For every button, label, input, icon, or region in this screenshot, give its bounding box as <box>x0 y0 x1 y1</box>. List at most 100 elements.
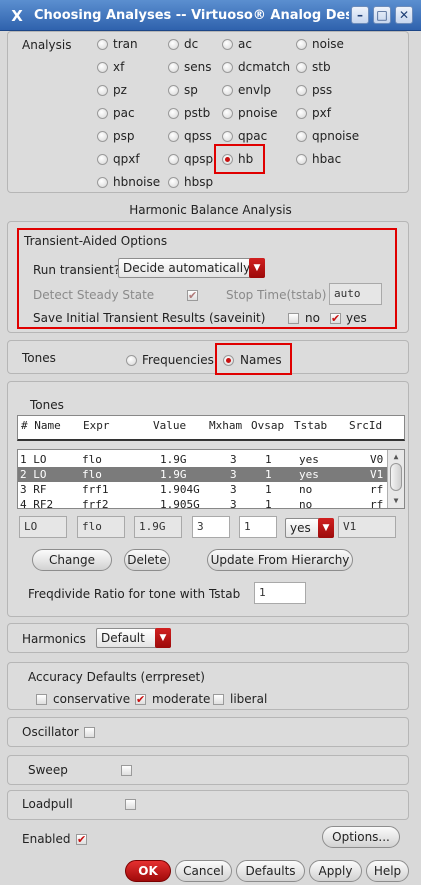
options-button[interactable]: Options... <box>322 826 400 848</box>
radio-dc[interactable] <box>168 39 179 50</box>
tone-mxham-field[interactable]: 3 <box>192 516 230 538</box>
ok-button[interactable]: OK <box>125 860 171 882</box>
section-title: Harmonic Balance Analysis <box>129 203 292 217</box>
cell-srcid: V0 <box>370 453 384 466</box>
cell-expr: frf2 <box>82 498 109 509</box>
saveinit-yes-checkbox[interactable]: ✔ <box>330 313 341 324</box>
saveinit-no-checkbox[interactable] <box>288 313 299 324</box>
tone-tstab-dropdown[interactable]: yes ▼ <box>285 518 334 538</box>
radio-psp[interactable] <box>97 131 108 142</box>
scroll-thumb[interactable] <box>390 463 402 491</box>
col-header-expr[interactable]: Expr <box>83 418 110 433</box>
sweep-checkbox[interactable] <box>121 765 132 776</box>
cell-name: 4 RF2 <box>20 498 54 509</box>
tone-srcid-field[interactable]: V1 <box>338 516 396 538</box>
app-icon: X <box>11 7 23 25</box>
delete-button[interactable]: Delete <box>124 549 170 571</box>
radio-label-stb: stb <box>312 60 331 74</box>
radio-qpac[interactable] <box>222 131 233 142</box>
tone-expr-field[interactable]: flo <box>77 516 125 538</box>
radio-hbsp[interactable] <box>168 177 179 188</box>
conservative-checkbox[interactable] <box>36 694 47 705</box>
transient-title: Transient-Aided Options <box>24 234 168 248</box>
tone-ovsap-field[interactable]: 1 <box>239 516 277 538</box>
table-row[interactable]: 4 RF2 frf2 1.905G 3 1 no rf <box>18 497 388 509</box>
cell-mxham: 3 <box>230 453 237 466</box>
col-header-tstab[interactable]: Tstab <box>294 418 327 433</box>
moderate-checkbox[interactable]: ✔ <box>135 694 146 705</box>
dropdown-arrow-icon: ▼ <box>249 258 265 278</box>
cell-name: 3 RF <box>20 483 47 496</box>
enabled-label: Enabled <box>22 832 71 846</box>
radio-label-hbsp: hbsp <box>184 175 214 189</box>
apply-button[interactable]: Apply <box>309 860 362 882</box>
update-from-hierarchy-button[interactable]: Update From Hierarchy <box>207 549 353 571</box>
radio-qpsp[interactable] <box>168 154 179 165</box>
radio-xf[interactable] <box>97 62 108 73</box>
radio-pz[interactable] <box>97 85 108 96</box>
radio-qpss[interactable] <box>168 131 179 142</box>
stop-time-field[interactable]: auto <box>329 283 382 305</box>
radio-label-pss: pss <box>312 83 333 97</box>
radio-noise[interactable] <box>296 39 307 50</box>
radio-hbnoise[interactable] <box>97 177 108 188</box>
radio-pss[interactable] <box>296 85 307 96</box>
oscillator-checkbox[interactable] <box>84 727 95 738</box>
radio-qpxf[interactable] <box>97 154 108 165</box>
col-header-srcid[interactable]: SrcId <box>349 418 382 433</box>
radio-label-sens: sens <box>184 60 212 74</box>
radio-hbac[interactable] <box>296 154 307 165</box>
help-button[interactable]: Help <box>366 860 409 882</box>
loadpull-checkbox[interactable] <box>125 799 136 810</box>
radio-qpnoise[interactable] <box>296 131 307 142</box>
radio-ac[interactable] <box>222 39 233 50</box>
freqdivide-field[interactable]: 1 <box>254 582 306 604</box>
radio-pac[interactable] <box>97 108 108 119</box>
tone-name-field[interactable]: LO <box>19 516 67 538</box>
change-button[interactable]: Change <box>32 549 112 571</box>
radio-envlp[interactable] <box>222 85 233 96</box>
cell-mxham: 3 <box>230 468 237 481</box>
radio-tran[interactable] <box>97 39 108 50</box>
scroll-down-icon[interactable]: ▼ <box>389 495 403 506</box>
enabled-checkbox[interactable]: ✔ <box>76 834 87 845</box>
col-header-name[interactable]: # Name <box>21 418 61 433</box>
scroll-up-icon[interactable]: ▲ <box>389 451 403 462</box>
dropdown-arrow-icon: ▼ <box>155 628 171 648</box>
cancel-button[interactable]: Cancel <box>175 860 232 882</box>
table-row[interactable]: 3 RF frf1 1.904G 3 1 no rf <box>18 482 388 497</box>
radio-label-dc: dc <box>184 37 199 51</box>
freqdivide-label: Freqdivide Ratio for tone with Tstab <box>28 587 241 601</box>
minimize-button[interactable]: – <box>351 6 369 24</box>
tone-value-field[interactable]: 1.9G <box>134 516 182 538</box>
radio-pxf[interactable] <box>296 108 307 119</box>
radio-pstb[interactable] <box>168 108 179 119</box>
col-header-ovsap[interactable]: Ovsap <box>251 418 284 433</box>
col-header-value[interactable]: Value <box>153 418 186 433</box>
radio-stb[interactable] <box>296 62 307 73</box>
liberal-checkbox[interactable] <box>213 694 224 705</box>
cell-tstab: yes <box>299 468 319 481</box>
close-button[interactable]: ✕ <box>395 6 413 24</box>
detect-steady-checkbox[interactable]: ✔ <box>187 290 198 301</box>
radio-dcmatch[interactable] <box>222 62 233 73</box>
radio-frequencies[interactable] <box>126 355 137 366</box>
radio-label-qpac: qpac <box>238 129 268 143</box>
cell-ovsap: 1 <box>265 468 272 481</box>
maximize-button[interactable]: □ <box>373 6 391 24</box>
cell-name: 1 LO <box>20 453 47 466</box>
table-row-selected[interactable]: 2 LO flo 1.9G 3 1 yes V1 <box>18 467 388 482</box>
harmonics-dropdown[interactable]: Default ▼ <box>96 628 171 648</box>
table-scrollbar[interactable]: ▲ ▼ <box>387 450 404 508</box>
defaults-button[interactable]: Defaults <box>236 860 305 882</box>
table-row[interactable]: 1 LO flo 1.9G 3 1 yes V0 <box>18 452 388 467</box>
radio-pnoise[interactable] <box>222 108 233 119</box>
cell-ovsap: 1 <box>265 483 272 496</box>
col-header-mxham[interactable]: Mxham <box>209 418 242 433</box>
detect-steady-label: Detect Steady State <box>33 288 155 302</box>
run-transient-dropdown[interactable]: Decide automatically ▼ <box>118 258 265 278</box>
oscillator-label: Oscillator <box>22 725 79 739</box>
radio-sens[interactable] <box>168 62 179 73</box>
saveinit-yes-label: yes <box>346 311 367 325</box>
radio-sp[interactable] <box>168 85 179 96</box>
